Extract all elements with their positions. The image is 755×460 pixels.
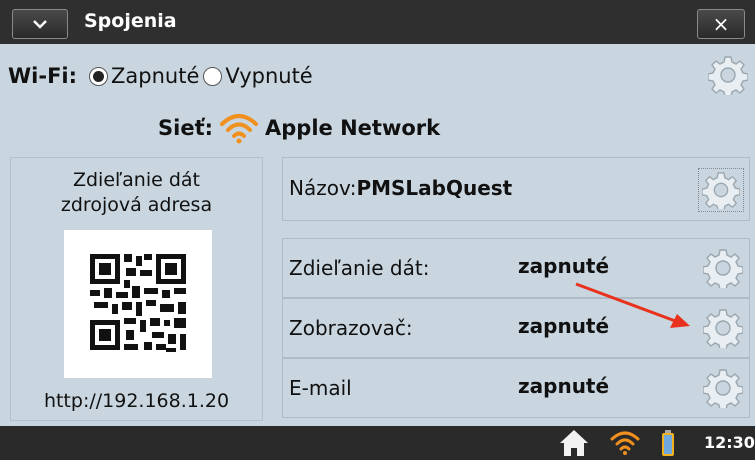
wifi-label: Wi-Fi: bbox=[8, 64, 78, 88]
wifi-on-label[interactable]: Zapnuté bbox=[111, 64, 199, 88]
taskbar: 12:30 bbox=[0, 426, 755, 460]
device-name-settings-button[interactable] bbox=[698, 168, 744, 212]
service-label: Zobrazovač: bbox=[289, 316, 413, 340]
wifi-status-icon bbox=[610, 431, 640, 455]
network-label: Sieť: bbox=[158, 116, 214, 140]
service-label: E-mail bbox=[289, 376, 352, 400]
share-url: http://192.168.1.20 bbox=[43, 390, 230, 412]
qr-code bbox=[64, 230, 212, 378]
share-title-line2: zdrojová adresa bbox=[60, 194, 213, 216]
service-status: zapnuté bbox=[518, 254, 610, 278]
wifi-toggle-row: Wi-Fi: Zapnuté Vypnuté bbox=[8, 64, 313, 88]
device-name-value: PMSLabQuest bbox=[356, 176, 513, 200]
viewer-gear-icon[interactable] bbox=[703, 308, 743, 348]
wifi-off-radio[interactable] bbox=[203, 66, 223, 86]
qr-code-icon bbox=[90, 254, 186, 352]
wifi-off-label[interactable]: Vypnuté bbox=[225, 64, 312, 88]
data-sharing-panel: Zdieľanie dát zdrojová adresa http://192… bbox=[10, 157, 263, 421]
network-row: Sieť: Apple Network bbox=[158, 112, 440, 144]
device-name-text: Názov:PMSLabQuest bbox=[289, 176, 512, 200]
wifi-signal-icon bbox=[220, 114, 259, 144]
window-title: Spojenia bbox=[84, 10, 177, 32]
device-name-panel: Názov:PMSLabQuest bbox=[282, 157, 750, 221]
device-name-gear-icon bbox=[702, 171, 740, 209]
chevron-down-icon bbox=[33, 20, 47, 29]
share-title-line1: Zdieľanie dát bbox=[72, 169, 201, 191]
data-sharing-gear-icon[interactable] bbox=[703, 248, 743, 288]
share-panel-title: Zdieľanie dát zdrojová adresa bbox=[11, 168, 262, 218]
service-status: zapnuté bbox=[518, 374, 610, 398]
clock: 12:30 bbox=[704, 433, 755, 452]
battery-icon bbox=[662, 430, 674, 456]
title-bar: Spojenia × bbox=[0, 0, 755, 44]
service-row-email: E-mail zapnuté bbox=[282, 358, 750, 418]
device-name-label: Názov: bbox=[289, 176, 357, 200]
service-label: Zdieľanie dát: bbox=[289, 256, 430, 280]
close-icon: × bbox=[712, 12, 730, 36]
home-icon[interactable] bbox=[558, 428, 590, 458]
annotation-arrow bbox=[575, 282, 690, 328]
network-name: Apple Network bbox=[265, 116, 441, 140]
wifi-on-radio[interactable] bbox=[89, 66, 109, 86]
window-menu-button[interactable] bbox=[12, 9, 68, 39]
wifi-settings-gear-icon[interactable] bbox=[708, 55, 748, 95]
close-button[interactable]: × bbox=[697, 9, 745, 39]
email-gear-icon[interactable] bbox=[703, 368, 743, 408]
